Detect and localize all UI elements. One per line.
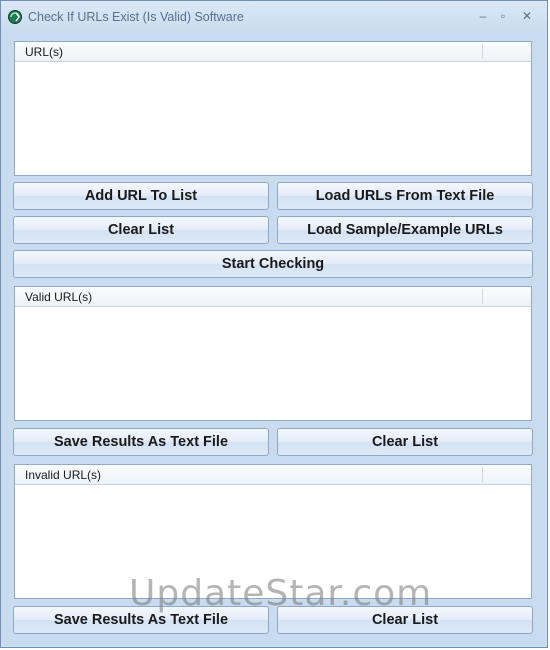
valid-list-header[interactable]: Valid URL(s) xyxy=(15,287,531,307)
valid-column-header: Valid URL(s) xyxy=(25,290,93,304)
invalid-column-header: Invalid URL(s) xyxy=(25,468,102,482)
invalid-list-header[interactable]: Invalid URL(s) xyxy=(15,465,531,485)
app-window: Check If URLs Exist (Is Valid) Software … xyxy=(0,0,548,648)
column-separator xyxy=(482,289,483,304)
start-checking-button[interactable]: Start Checking xyxy=(13,250,533,278)
window-title: Check If URLs Exist (Is Valid) Software xyxy=(28,10,244,24)
app-icon xyxy=(7,9,23,25)
save-valid-results-button[interactable]: Save Results As Text File xyxy=(13,428,269,456)
valid-urls-listview[interactable]: Valid URL(s) xyxy=(14,286,532,421)
close-button[interactable]: ✕ xyxy=(516,7,538,25)
urls-listview[interactable]: URL(s) xyxy=(14,41,532,176)
title-bar[interactable]: Check If URLs Exist (Is Valid) Software … xyxy=(1,1,547,34)
clear-valid-list-button[interactable]: Clear List xyxy=(277,428,533,456)
urls-column-header: URL(s) xyxy=(25,45,63,59)
watermark: UpdateStar.com xyxy=(129,573,433,614)
maximize-button[interactable]: ▫ xyxy=(492,7,514,25)
urls-list-header[interactable]: URL(s) xyxy=(15,42,531,62)
load-urls-from-file-button[interactable]: Load URLs From Text File xyxy=(277,182,533,210)
column-separator xyxy=(482,467,483,482)
column-separator xyxy=(482,44,483,59)
client-area: URL(s) Add URL To List Load URLs From Te… xyxy=(2,34,546,646)
load-sample-urls-button[interactable]: Load Sample/Example URLs xyxy=(277,216,533,244)
add-url-button[interactable]: Add URL To List xyxy=(13,182,269,210)
minimize-button[interactable]: – xyxy=(472,7,494,25)
clear-urls-button[interactable]: Clear List xyxy=(13,216,269,244)
